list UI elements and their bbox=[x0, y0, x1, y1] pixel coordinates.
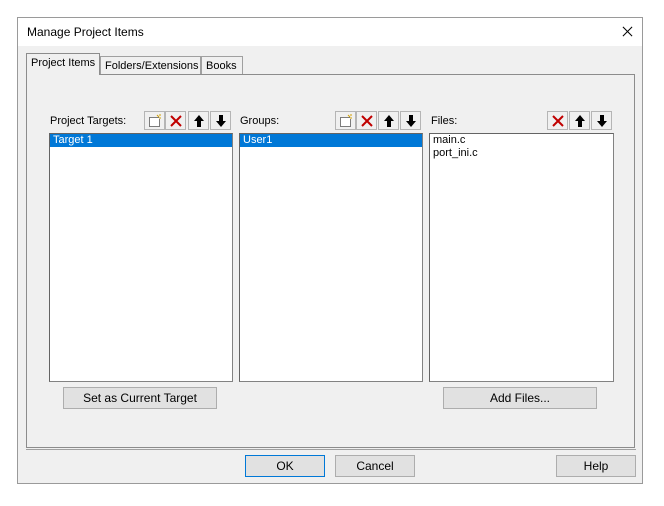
new-item-icon bbox=[149, 114, 161, 127]
new-item-icon bbox=[340, 114, 352, 127]
window-title: Manage Project Items bbox=[27, 25, 144, 39]
groups-list[interactable]: User1 bbox=[239, 133, 423, 382]
set-current-target-button[interactable]: Set as Current Target bbox=[63, 387, 217, 409]
add-files-button[interactable]: Add Files... bbox=[443, 387, 597, 409]
tab-label: Folders/Extensions bbox=[105, 60, 199, 72]
move-up-icon bbox=[575, 115, 585, 127]
files-move-up-button[interactable] bbox=[569, 111, 590, 130]
title-bar: Manage Project Items bbox=[18, 18, 642, 46]
move-up-icon bbox=[194, 115, 204, 127]
project-targets-list[interactable]: Target 1 bbox=[49, 133, 233, 382]
groups-move-down-button[interactable] bbox=[400, 111, 421, 130]
project-targets-label: Project Targets: bbox=[50, 115, 127, 127]
groups-delete-button[interactable] bbox=[356, 111, 377, 130]
ok-button[interactable]: OK bbox=[245, 455, 325, 477]
files-move-down-button[interactable] bbox=[591, 111, 612, 130]
tab-label: Books bbox=[206, 60, 237, 72]
groups-label: Groups: bbox=[240, 115, 280, 127]
move-up-icon bbox=[384, 115, 394, 127]
list-item[interactable]: Target 1 bbox=[50, 134, 232, 147]
delete-icon bbox=[552, 115, 564, 127]
targets-move-up-button[interactable] bbox=[188, 111, 209, 130]
move-down-icon bbox=[597, 115, 607, 127]
files-delete-button[interactable] bbox=[547, 111, 568, 130]
tab-project-items[interactable]: Project Items bbox=[26, 53, 100, 75]
delete-icon bbox=[361, 115, 373, 127]
list-item[interactable]: User1 bbox=[240, 134, 422, 147]
close-icon[interactable] bbox=[612, 18, 642, 46]
divider bbox=[26, 449, 636, 450]
targets-delete-button[interactable] bbox=[165, 111, 186, 130]
delete-icon bbox=[170, 115, 182, 127]
list-item[interactable]: main.c bbox=[430, 134, 613, 147]
cancel-button[interactable]: Cancel bbox=[335, 455, 415, 477]
targets-move-down-button[interactable] bbox=[210, 111, 231, 130]
move-down-icon bbox=[216, 115, 226, 127]
tab-books[interactable]: Books bbox=[201, 56, 243, 75]
help-button[interactable]: Help bbox=[556, 455, 636, 477]
tab-folders-extensions[interactable]: Folders/Extensions bbox=[100, 56, 201, 75]
groups-move-up-button[interactable] bbox=[378, 111, 399, 130]
move-down-icon bbox=[406, 115, 416, 127]
files-label: Files: bbox=[431, 115, 458, 127]
tab-label: Project Items bbox=[31, 57, 96, 69]
targets-new-button[interactable] bbox=[144, 111, 165, 130]
files-list[interactable]: main.c port_ini.c bbox=[429, 133, 614, 382]
groups-new-button[interactable] bbox=[335, 111, 356, 130]
manage-project-items-dialog: Manage Project Items Project Items Folde… bbox=[17, 17, 643, 484]
list-item[interactable]: port_ini.c bbox=[430, 147, 613, 160]
